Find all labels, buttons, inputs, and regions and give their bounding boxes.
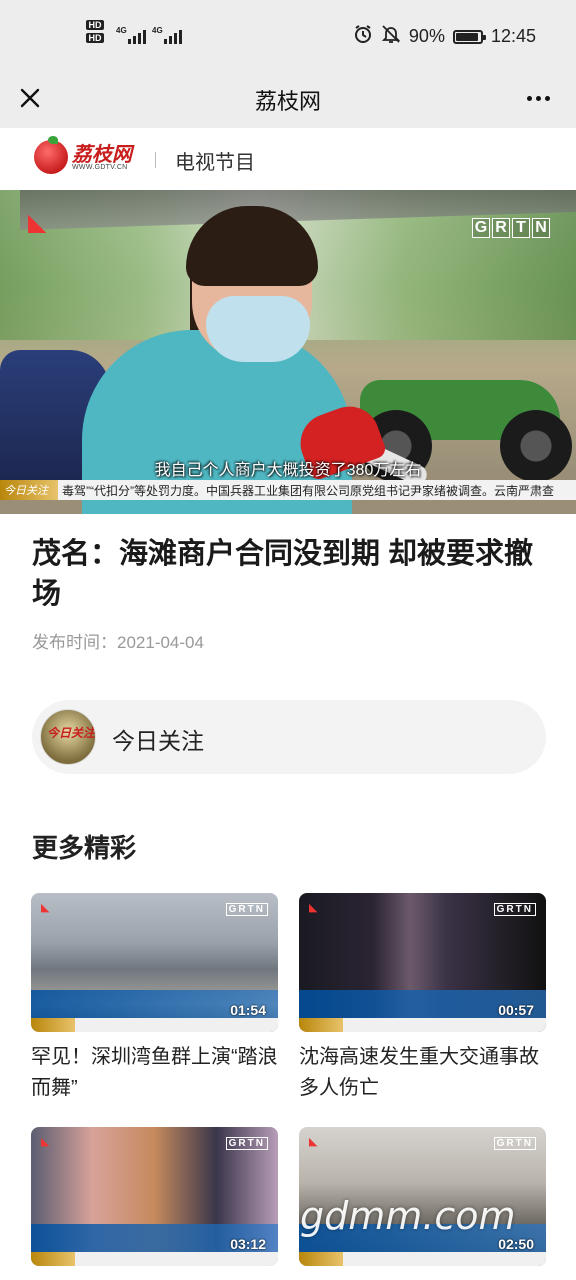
battery-level xyxy=(455,32,478,41)
program-avatar: 今日关注 xyxy=(40,709,96,765)
video-duration: 03:12 xyxy=(230,1236,266,1252)
video-thumbnail[interactable]: ◣ GRTN 03:12 xyxy=(31,1127,278,1266)
publish-label: 发布时间： xyxy=(32,633,117,652)
video-player[interactable]: ◣ GRTN 我自己个人商户大概投资了380万左右 今日关注 毒驾”“代扣分”等… xyxy=(0,190,576,514)
hd-icon: HD xyxy=(86,33,104,43)
article-title: 茂名：海滩商户合同没到期 却被要求撤场 xyxy=(32,538,534,610)
video-duration: 01:54 xyxy=(230,1002,266,1018)
channel-logo-icon: ◣ xyxy=(309,902,318,914)
status-bar: HD HD 4G 4G 90% 12:45 xyxy=(0,0,576,70)
page-title: 荔枝网 xyxy=(254,89,321,114)
video-card[interactable]: ◣ GRTN 00:57 沈海高速发生重大交通事故 多人伤亡 xyxy=(299,893,546,1104)
clock: 12:45 xyxy=(490,26,536,46)
battery-icon xyxy=(452,29,486,44)
more-button[interactable] xyxy=(522,82,554,114)
mute-icon xyxy=(381,24,401,49)
publish-time: 发布时间：2021-04-04 xyxy=(32,628,204,653)
face-mask xyxy=(206,296,310,362)
logo-url: WWW.GDTV.CN xyxy=(72,163,128,171)
video-title[interactable]: 沈海高速发生重大交通事故 多人伤亡 xyxy=(299,1042,546,1104)
channel-logo-icon: ◣ xyxy=(309,1136,318,1148)
channel-logo-icon: ◣ xyxy=(28,209,47,236)
lychee-logo-icon xyxy=(34,136,68,174)
section-heading: 更多精彩 xyxy=(32,833,137,863)
site-logo[interactable]: 荔枝网 WWW.GDTV.CN xyxy=(34,136,132,174)
video-duration: 00:57 xyxy=(498,1002,534,1018)
brand-bar: 荔枝网 WWW.GDTV.CN 电视节目 xyxy=(0,128,576,190)
signal-icon xyxy=(128,28,146,44)
grtn-logo: GRTN xyxy=(493,903,536,916)
nav-bar: 荔枝网 xyxy=(0,70,576,128)
grtn-letter: G xyxy=(472,218,490,238)
video-duration: 02:50 xyxy=(498,1236,534,1252)
watermark: gdmm.com xyxy=(300,1194,516,1238)
grtn-letter: T xyxy=(512,218,530,238)
battery-percent: 90% xyxy=(408,26,445,46)
avatar-text: 今日关注 xyxy=(47,726,96,740)
logo-text: 荔枝网 xyxy=(72,141,132,166)
video-title[interactable]: 罕见！深圳湾鱼群上演“踏浪而舞” xyxy=(31,1042,278,1104)
news-ticker: 今日关注 毒驾”“代扣分”等处罚力度。中国兵器工业集团有限公司原党组书记尹家绪被… xyxy=(0,480,576,500)
program-card[interactable]: 今日关注 今日关注 xyxy=(32,700,546,774)
ticker-text: 毒驾”“代扣分”等处罚力度。中国兵器工业集团有限公司原党组书记尹家绪被调查。云南… xyxy=(62,483,554,498)
program-name: 今日关注 xyxy=(112,728,204,754)
more-icon xyxy=(526,95,532,101)
network-type-label: 4G xyxy=(152,26,163,35)
signal-icon xyxy=(164,28,182,44)
alarm-icon xyxy=(353,24,373,49)
video-subtitle: 我自己个人商户大概投资了380万左右 xyxy=(154,462,422,479)
system-status: 90% 12:45 xyxy=(353,24,536,49)
channel-logo-icon: ◣ xyxy=(41,902,50,914)
channel-logo-icon: ◣ xyxy=(41,1136,50,1148)
grtn-letter: N xyxy=(532,218,550,238)
ticker-tag: 今日关注 xyxy=(0,480,58,500)
video-thumbnail[interactable]: ◣ GRTN 01:54 xyxy=(31,893,278,1032)
video-card[interactable]: ◣ GRTN 01:54 罕见！深圳湾鱼群上演“踏浪而舞” xyxy=(31,893,278,1104)
section-name: 电视节目 xyxy=(175,152,255,174)
grtn-logo: GRTN xyxy=(472,218,550,238)
publish-date: 2021-04-04 xyxy=(117,633,204,652)
video-card[interactable]: ◣ GRTN 03:12 xyxy=(31,1127,278,1266)
network-status: HD HD 4G 4G xyxy=(86,20,182,46)
video-thumbnail[interactable]: ◣ GRTN 00:57 xyxy=(299,893,546,1032)
grtn-letter: R xyxy=(492,218,510,238)
grtn-logo: GRTN xyxy=(493,1137,536,1150)
network-type-label: 4G xyxy=(116,26,127,35)
grtn-logo: GRTN xyxy=(225,903,268,916)
grtn-logo: GRTN xyxy=(225,1137,268,1150)
brand-divider xyxy=(155,152,156,168)
hd-icon: HD xyxy=(86,20,104,30)
